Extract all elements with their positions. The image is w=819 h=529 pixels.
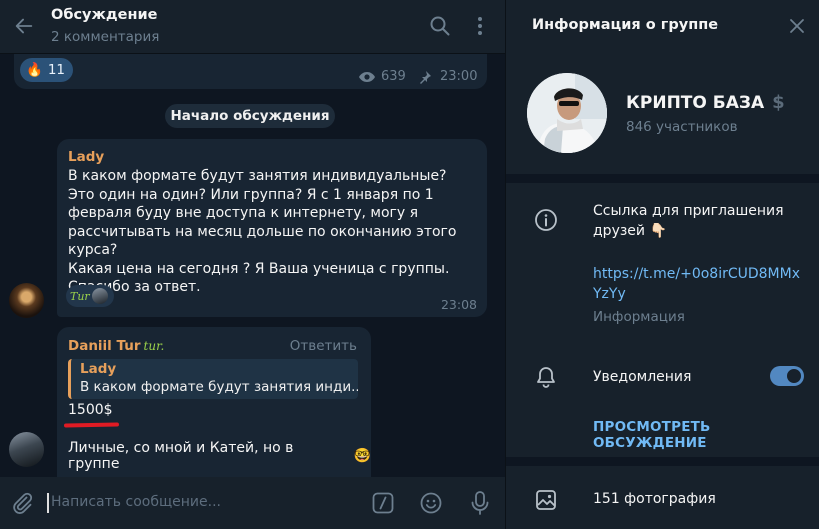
close-button[interactable] — [787, 16, 807, 36]
author-badge: tur. — [143, 339, 165, 353]
red-underline-mark — [63, 422, 120, 428]
group-name-text: КРИПТО БАЗА — [626, 92, 765, 113]
author-name: Daniil Tur — [68, 338, 141, 354]
notifications-label: Уведомления — [593, 369, 692, 385]
reaction-chip[interactable]: Tur — [66, 285, 114, 307]
attach-button[interactable] — [10, 491, 34, 515]
microphone-icon — [471, 491, 489, 515]
voice-message-button[interactable] — [468, 490, 492, 516]
search-button[interactable] — [428, 14, 452, 38]
message-input[interactable]: Написать сообщение... — [51, 494, 221, 510]
reply-quote[interactable]: Lady В каком формате будут занятия инди.… — [68, 359, 358, 399]
discussion-start-label: Начало обсуждения — [165, 104, 335, 128]
message-bubble[interactable]: Lady В каком формате будут занятия индив… — [57, 139, 487, 317]
reply-button[interactable]: Ответить — [290, 338, 357, 354]
avatar[interactable] — [9, 432, 44, 467]
smile-icon — [420, 492, 442, 514]
panel-title: Информация о группе — [532, 17, 719, 33]
avatar[interactable] — [9, 283, 44, 318]
chat-pane: Обсуждение 2 комментария 🔥 11 639 23:00 … — [0, 0, 505, 529]
group-name: КРИПТО БАЗА $ — [626, 92, 785, 113]
toggle-knob — [785, 367, 803, 385]
info-caption: Информация — [593, 309, 685, 325]
emoji-button[interactable] — [419, 491, 443, 515]
message-author[interactable]: Lady — [68, 149, 104, 165]
invite-link[interactable]: https://t.me/+0o8irCUD8MMxYzYy — [593, 264, 803, 304]
eye-icon — [359, 71, 375, 82]
reaction-count: 11 — [47, 62, 65, 78]
dot-icon — [478, 24, 482, 28]
description-text: Ссылка для приглашения друзей 👇🏻 — [593, 203, 784, 239]
arrow-left-icon — [15, 18, 33, 34]
chat-subtitle: 2 комментария — [51, 29, 160, 45]
photo-icon — [535, 489, 557, 511]
bot-commands-button[interactable] — [371, 491, 395, 515]
bell-icon — [534, 365, 558, 389]
members-count[interactable]: 846 участников — [626, 119, 738, 135]
reaction-chip[interactable]: 🔥 11 — [20, 58, 73, 82]
slash-command-icon — [372, 492, 394, 514]
message-text-body: Личные, со мной и Катей, но в группе — [68, 440, 294, 472]
text-cursor — [47, 493, 49, 513]
message-text: В каком формате будут занятия индивидуал… — [68, 168, 457, 295]
more-menu-button[interactable] — [472, 14, 488, 38]
dollar-icon: $ — [772, 92, 785, 113]
avatar — [91, 288, 108, 304]
channel-post-bubble — [14, 54, 487, 89]
back-button[interactable] — [10, 12, 38, 40]
chat-title: Обсуждение — [51, 7, 158, 23]
message-text: Личные, со мной и Катей, но в группе 🤓 — [68, 440, 371, 472]
info-icon — [534, 208, 558, 232]
dot-icon — [478, 17, 482, 21]
nerd-face-icon: 🤓 — [353, 448, 371, 464]
group-info-panel: Информация о группе КРИПТО БАЗА $ 846 уч… — [505, 0, 819, 529]
section-divider — [506, 174, 819, 183]
group-photo-image — [527, 73, 607, 153]
message-composer: Написать сообщение... — [0, 477, 505, 529]
notifications-toggle[interactable] — [770, 366, 804, 386]
view-discussion-button[interactable]: ПРОСМОТРЕТЬ ОБСУЖДЕНИЕ — [593, 419, 819, 451]
views-counter: 639 — [358, 69, 406, 84]
post-time: 23:00 — [440, 69, 478, 84]
group-avatar[interactable] — [527, 73, 607, 153]
chat-header: Обсуждение 2 комментария — [0, 0, 505, 54]
reaction-tag: Tur — [70, 289, 90, 303]
quote-text: В каком формате будут занятия инди... — [80, 379, 358, 395]
price-text: 1500$ — [68, 402, 113, 418]
message-author[interactable]: Daniil Tur tur. — [68, 338, 164, 354]
post-meta: 23:00 — [418, 69, 477, 84]
quote-author: Lady — [80, 361, 117, 377]
search-icon — [430, 16, 450, 36]
pin-icon — [420, 70, 431, 84]
close-icon — [790, 19, 804, 33]
section-divider — [506, 457, 819, 466]
fire-icon: 🔥 — [26, 62, 43, 78]
views-count: 639 — [381, 69, 406, 84]
message-time: 23:08 — [440, 297, 477, 312]
dot-icon — [478, 31, 482, 35]
photos-count[interactable]: 151 фотография — [593, 491, 716, 507]
paperclip-icon — [13, 492, 33, 514]
